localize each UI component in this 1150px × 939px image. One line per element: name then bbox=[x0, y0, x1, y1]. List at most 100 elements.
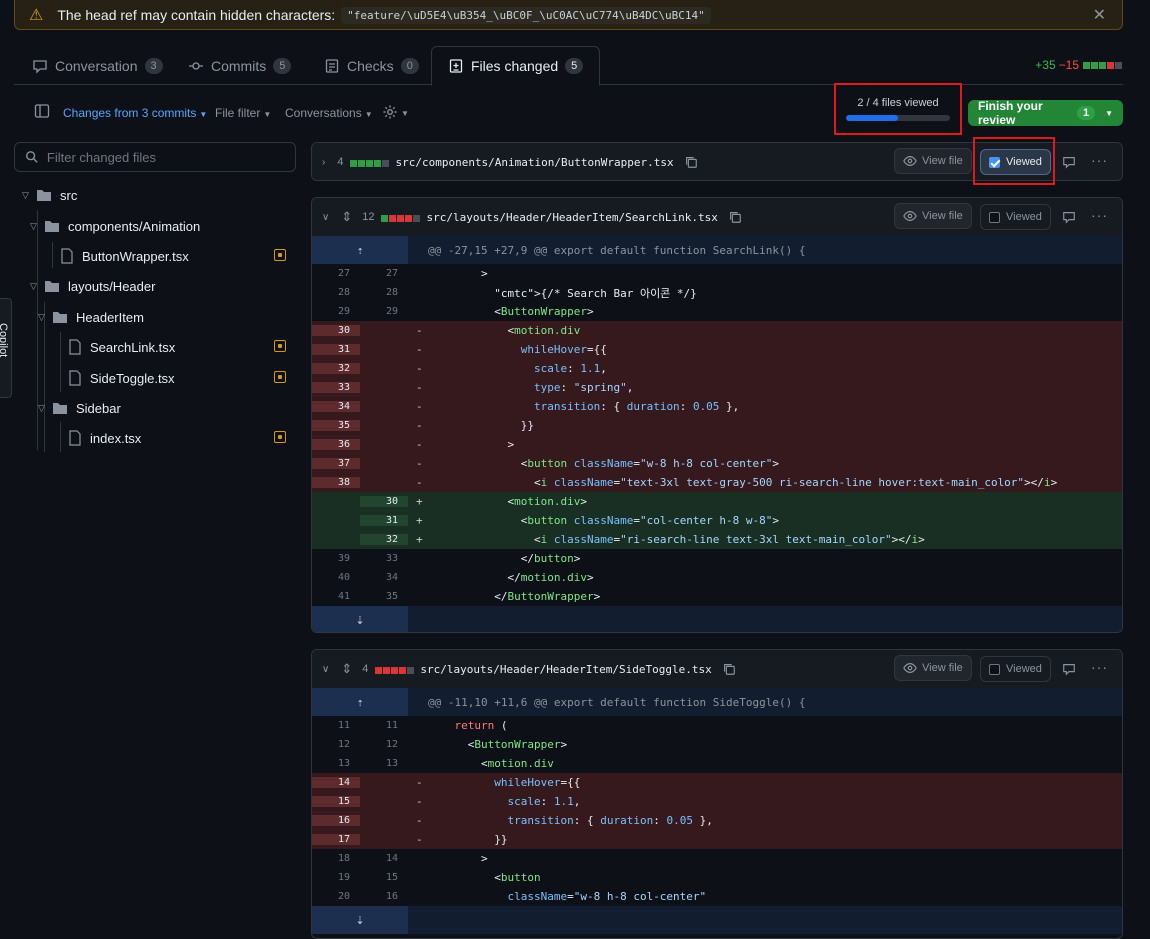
diff-line-del[interactable]: 37 - <button className="w-8 h-8 col-cente… bbox=[312, 454, 1122, 473]
old-line-number[interactable]: 12 bbox=[312, 739, 360, 750]
old-line-number[interactable]: 28 bbox=[312, 287, 360, 298]
old-line-number[interactable]: 35 bbox=[312, 420, 360, 431]
changes-from-dropdown[interactable]: Changes from 3 commits ▼ bbox=[63, 106, 207, 120]
view-file-button[interactable]: View file bbox=[894, 148, 972, 174]
tree-folder-layouts-header[interactable]: ▽ layouts/Header bbox=[30, 272, 155, 300]
tree-folder-sidebar[interactable]: ▽ Sidebar bbox=[38, 394, 121, 422]
old-line-number[interactable]: 34 bbox=[312, 401, 360, 412]
new-line-number[interactable]: 13 bbox=[360, 758, 408, 769]
diff-line-ctx[interactable]: 19 15 <button bbox=[312, 868, 1122, 887]
old-line-number[interactable]: 40 bbox=[312, 572, 360, 583]
diff-line-ctx[interactable]: 29 29 <ButtonWrapper> bbox=[312, 302, 1122, 321]
new-line-number[interactable]: 16 bbox=[360, 891, 408, 902]
filter-changed-files[interactable] bbox=[14, 142, 296, 172]
viewed-checkbox[interactable]: Viewed bbox=[980, 656, 1051, 682]
diff-line-del[interactable]: 17 - }} bbox=[312, 830, 1122, 849]
new-line-number[interactable]: 11 bbox=[360, 720, 408, 731]
view-file-button[interactable]: View file bbox=[894, 203, 972, 229]
expand-up-icon[interactable]: ⇡ bbox=[312, 236, 408, 264]
old-line-number[interactable]: 20 bbox=[312, 891, 360, 902]
new-line-number[interactable]: 15 bbox=[360, 872, 408, 883]
filter-input[interactable] bbox=[46, 149, 285, 165]
tab-commits[interactable]: Commits 5 bbox=[172, 46, 307, 85]
diff-line-ctx[interactable]: 18 14 > bbox=[312, 849, 1122, 868]
tab-checks[interactable]: Checks 0 bbox=[308, 46, 435, 85]
tree-folder-components-animation[interactable]: ▽ components/Animation bbox=[30, 212, 200, 240]
tree-file-button-wrapper[interactable]: ButtonWrapper.tsx bbox=[60, 242, 189, 270]
diff-line-del[interactable]: 14 - whileHover={{ bbox=[312, 773, 1122, 792]
old-line-number[interactable]: 11 bbox=[312, 720, 360, 731]
new-line-number[interactable]: 28 bbox=[360, 287, 408, 298]
file-path[interactable]: src/components/Animation/ButtonWrapper.t… bbox=[395, 156, 673, 169]
tree-folder-header-item[interactable]: ▽ HeaderItem bbox=[38, 303, 144, 331]
diff-line-ctx[interactable]: 13 13 <motion.div bbox=[312, 754, 1122, 773]
tab-files-changed[interactable]: Files changed 5 bbox=[431, 46, 601, 86]
expand-up-icon[interactable]: ⇡ bbox=[312, 688, 408, 716]
file-filter-dropdown[interactable]: File filter ▼ bbox=[215, 106, 271, 120]
new-line-number[interactable]: 34 bbox=[360, 572, 408, 583]
old-line-number[interactable]: 13 bbox=[312, 758, 360, 769]
diff-line-del[interactable]: 16 - transition: { duration: 0.05 }, bbox=[312, 811, 1122, 830]
diff-line-add[interactable]: 30 + <motion.div> bbox=[312, 492, 1122, 511]
diff-line-ctx[interactable]: 40 34 </motion.div> bbox=[312, 568, 1122, 587]
chevron-down-icon[interactable]: ∨ bbox=[322, 212, 329, 223]
diff-line-del[interactable]: 34 - transition: { duration: 0.05 }, bbox=[312, 397, 1122, 416]
chevron-down-icon[interactable]: ∨ bbox=[322, 664, 329, 675]
expand-all-icon[interactable]: ⇕ bbox=[341, 661, 352, 677]
tree-file-search-link[interactable]: SearchLink.tsx bbox=[68, 333, 175, 361]
old-line-number[interactable]: 38 bbox=[312, 477, 360, 488]
new-line-number[interactable]: 14 bbox=[360, 853, 408, 864]
diff-line-del[interactable]: 35 - }} bbox=[312, 416, 1122, 435]
diff-line-del[interactable]: 38 - <i className="text-3xl text-gray-500… bbox=[312, 473, 1122, 492]
comment-icon[interactable] bbox=[1062, 662, 1076, 676]
new-line-number[interactable]: 33 bbox=[360, 553, 408, 564]
kebab-menu-icon[interactable]: ··· bbox=[1091, 659, 1108, 675]
diff-line-del[interactable]: 32 - scale: 1.1, bbox=[312, 359, 1122, 378]
old-line-number[interactable]: 32 bbox=[312, 363, 360, 374]
tab-conversation[interactable]: Conversation 3 bbox=[16, 46, 179, 85]
close-icon[interactable]: ✕ bbox=[1093, 5, 1106, 25]
file-path[interactable]: src/layouts/Header/HeaderItem/SearchLink… bbox=[426, 211, 717, 224]
diff-line-ctx[interactable]: 27 27 > bbox=[312, 264, 1122, 283]
old-line-number[interactable]: 27 bbox=[312, 268, 360, 279]
old-line-number[interactable]: 37 bbox=[312, 458, 360, 469]
old-line-number[interactable]: 30 bbox=[312, 325, 360, 336]
new-line-number[interactable]: 32 bbox=[360, 534, 408, 545]
copy-icon[interactable] bbox=[684, 155, 698, 169]
diff-line-del[interactable]: 15 - scale: 1.1, bbox=[312, 792, 1122, 811]
file-path[interactable]: src/layouts/Header/HeaderItem/SideToggle… bbox=[420, 663, 711, 676]
diff-line-ctx[interactable]: 41 35 </ButtonWrapper> bbox=[312, 587, 1122, 606]
tree-file-side-toggle[interactable]: SideToggle.tsx bbox=[68, 364, 175, 392]
kebab-menu-icon[interactable]: ··· bbox=[1091, 152, 1108, 168]
diff-line-add[interactable]: 31 + <button className="col-center h-8 w-… bbox=[312, 511, 1122, 530]
old-line-number[interactable]: 17 bbox=[312, 834, 360, 845]
new-line-number[interactable]: 12 bbox=[360, 739, 408, 750]
diff-line-add[interactable]: 32 + <i className="ri-search-line text-3x… bbox=[312, 530, 1122, 549]
tree-folder-src[interactable]: ▽ src bbox=[22, 181, 77, 209]
new-line-number[interactable]: 27 bbox=[360, 268, 408, 279]
new-line-number[interactable]: 31 bbox=[360, 515, 408, 526]
comment-icon[interactable] bbox=[1062, 210, 1076, 224]
old-line-number[interactable]: 41 bbox=[312, 591, 360, 602]
diff-line-ctx[interactable]: 11 11 return ( bbox=[312, 716, 1122, 735]
copy-icon[interactable] bbox=[728, 210, 742, 224]
copilot-side-tab[interactable]: Copilot bbox=[0, 298, 12, 398]
kebab-menu-icon[interactable]: ··· bbox=[1091, 207, 1108, 223]
old-line-number[interactable]: 36 bbox=[312, 439, 360, 450]
viewed-checkbox[interactable]: Viewed bbox=[980, 204, 1051, 230]
diff-line-ctx[interactable]: 28 28 "cmtc">{/* Search Bar 아이콘 */} bbox=[312, 283, 1122, 302]
finish-review-button[interactable]: Finish your review 1 ▼ bbox=[968, 99, 1123, 127]
new-line-number[interactable]: 29 bbox=[360, 306, 408, 317]
old-line-number[interactable]: 31 bbox=[312, 344, 360, 355]
old-line-number[interactable]: 29 bbox=[312, 306, 360, 317]
copy-icon[interactable] bbox=[722, 662, 736, 676]
old-line-number[interactable]: 16 bbox=[312, 815, 360, 826]
diff-line-del[interactable]: 36 - > bbox=[312, 435, 1122, 454]
old-line-number[interactable]: 15 bbox=[312, 796, 360, 807]
new-line-number[interactable]: 35 bbox=[360, 591, 408, 602]
expand-all-icon[interactable]: ⇕ bbox=[341, 209, 352, 225]
diff-line-ctx[interactable]: 39 33 </button> bbox=[312, 549, 1122, 568]
tree-file-index[interactable]: index.tsx bbox=[68, 424, 141, 452]
settings-dropdown[interactable]: ▼ bbox=[382, 104, 409, 123]
diff-line-ctx[interactable]: 12 12 <ButtonWrapper> bbox=[312, 735, 1122, 754]
